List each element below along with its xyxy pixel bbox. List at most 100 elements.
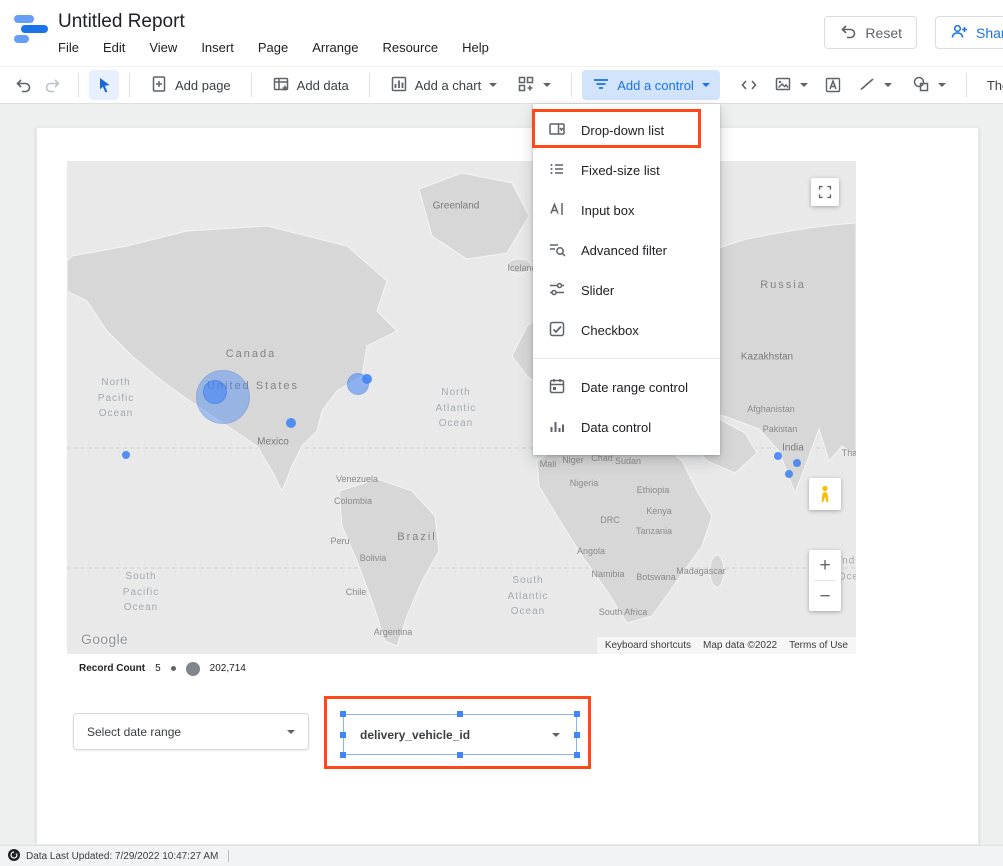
pegman-street-view-icon[interactable] [809, 478, 841, 510]
line-icon [858, 75, 876, 96]
add-control-button[interactable]: Add a control [582, 70, 720, 100]
date-range-icon [548, 377, 566, 398]
record-count-legend: Record Count 5 202,714 [79, 661, 246, 676]
tutorial-highlight-box: delivery_vehicle_id [324, 696, 591, 769]
community-visualizations-button[interactable] [507, 70, 561, 100]
fullscreen-button[interactable] [811, 178, 839, 206]
image-icon [774, 75, 792, 96]
report-title[interactable]: Untitled Report [58, 11, 185, 33]
theme-layout-button[interactable]: Theme and layout [977, 70, 1003, 100]
share-button[interactable]: Share [935, 16, 1003, 49]
input-box-icon [548, 200, 566, 221]
menu-item-data-control[interactable]: Data control [533, 407, 720, 447]
shape-icon [912, 75, 930, 96]
keyboard-shortcuts-link[interactable]: Keyboard shortcuts [605, 640, 691, 651]
app-header: Untitled Report File Edit View Insert Pa… [0, 0, 1003, 66]
menu-bar: File Edit View Insert Page Arrange Resou… [58, 40, 489, 55]
map-bubble [203, 380, 227, 404]
date-range-control[interactable]: Select date range [73, 713, 309, 750]
embed-button[interactable] [734, 70, 764, 100]
map-bubble [793, 459, 801, 467]
chevron-down-icon [800, 83, 808, 87]
toolbar-divider [966, 73, 967, 97]
text-button[interactable] [818, 70, 848, 100]
data-control-icon [548, 417, 566, 438]
menu-file[interactable]: File [58, 40, 79, 55]
terms-of-use-link[interactable]: Terms of Use [789, 640, 848, 651]
zoom-out-button[interactable]: − [809, 581, 841, 611]
add-page-button[interactable]: Add page [140, 70, 241, 100]
statusbar-divider [228, 850, 229, 862]
legend-large-bubble-icon [186, 662, 200, 676]
toolbar-divider [78, 73, 79, 97]
selection-handle[interactable] [340, 711, 346, 717]
chevron-down-icon [543, 83, 551, 87]
report-page[interactable]: GreenlandIcelandCanadaRussiaKazakhstanUn… [36, 127, 979, 845]
menu-view[interactable]: View [149, 40, 177, 55]
selection-handle[interactable] [574, 711, 580, 717]
add-chart-button[interactable]: Add a chart [380, 70, 508, 100]
menu-edit[interactable]: Edit [103, 40, 125, 55]
legend-small-bubble-icon [171, 666, 176, 671]
dropdown-list-icon [548, 120, 566, 141]
map-bubble [122, 451, 130, 459]
selection-handle[interactable] [574, 752, 580, 758]
reset-button[interactable]: Reset [824, 16, 917, 49]
add-data-button[interactable]: Add data [262, 70, 359, 100]
menu-divider [533, 358, 720, 359]
bubble-map-chart[interactable]: GreenlandIcelandCanadaRussiaKazakhstanUn… [67, 161, 856, 654]
person-add-icon [950, 22, 968, 43]
toolbar: Add page Add data Add a chart Add a cont… [0, 66, 1003, 104]
chevron-down-icon [552, 733, 560, 737]
menu-arrange[interactable]: Arrange [312, 40, 358, 55]
menu-page[interactable]: Page [258, 40, 288, 55]
map-bubble [286, 418, 296, 428]
selection-handle[interactable] [574, 732, 580, 738]
toolbar-divider [251, 73, 252, 97]
last-updated-text: Data Last Updated: 7/29/2022 10:47:27 AM [26, 851, 218, 862]
status-bar: Data Last Updated: 7/29/2022 10:47:27 AM [0, 845, 1003, 866]
advanced-filter-icon [548, 240, 566, 261]
data-freshness-icon [8, 849, 20, 864]
select-tool-button[interactable] [89, 70, 119, 100]
chevron-down-icon [287, 730, 295, 734]
menu-item-dropdown-list[interactable]: Drop-down list [533, 110, 720, 150]
toolbar-divider [571, 73, 572, 97]
menu-item-advanced-filter[interactable]: Advanced filter [533, 230, 720, 270]
menu-item-checkbox[interactable]: Checkbox [533, 310, 720, 350]
menu-resource[interactable]: Resource [382, 40, 438, 55]
menu-help[interactable]: Help [462, 40, 489, 55]
chevron-down-icon [938, 83, 946, 87]
map-data-copyright: Map data ©2022 [703, 640, 777, 651]
undo-button[interactable] [8, 70, 38, 100]
report-canvas[interactable]: GreenlandIcelandCanadaRussiaKazakhstanUn… [0, 104, 1003, 845]
selection-handle[interactable] [340, 752, 346, 758]
map-bubble [774, 452, 782, 460]
legend-max-value: 202,714 [210, 663, 246, 674]
menu-item-slider[interactable]: Slider [533, 270, 720, 310]
toolbar-divider [129, 73, 130, 97]
checkbox-icon [548, 320, 566, 341]
reset-undo-icon [839, 22, 857, 43]
selection-handle[interactable] [340, 732, 346, 738]
shape-button[interactable] [902, 70, 956, 100]
world-map-land [67, 161, 856, 654]
zoom-control: + − [809, 550, 841, 611]
menu-item-input-box[interactable]: Input box [533, 190, 720, 230]
zoom-in-button[interactable]: + [809, 550, 841, 580]
menu-item-date-range-control[interactable]: Date range control [533, 367, 720, 407]
menu-item-fixed-size-list[interactable]: Fixed-size list [533, 150, 720, 190]
legend-min-value: 5 [155, 663, 161, 674]
menu-insert[interactable]: Insert [201, 40, 234, 55]
data-studio-logo [14, 14, 48, 44]
redo-button[interactable] [38, 70, 68, 100]
line-button[interactable] [848, 70, 902, 100]
selection-handle[interactable] [457, 752, 463, 758]
map-bubble [362, 374, 372, 384]
chevron-down-icon [702, 83, 710, 87]
selection-handle[interactable] [457, 711, 463, 717]
add-page-icon [150, 75, 168, 96]
image-button[interactable] [764, 70, 818, 100]
dropdown-list-control[interactable]: delivery_vehicle_id [343, 714, 577, 755]
add-data-icon [272, 75, 290, 96]
